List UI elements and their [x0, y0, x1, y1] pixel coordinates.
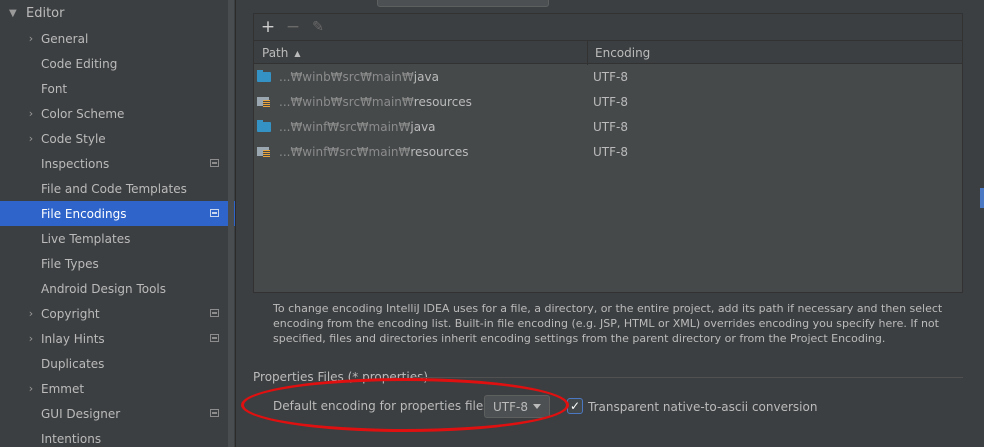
sidebar-item-label: Font — [41, 81, 68, 96]
path-name: java — [413, 69, 439, 84]
sidebar-item-inlay-hints[interactable]: › Inlay Hints — [0, 326, 235, 351]
add-icon[interactable]: + — [257, 16, 279, 38]
resources-folder-icon — [257, 96, 271, 108]
sidebar-item-android-design-tools[interactable]: Android Design Tools — [0, 276, 235, 301]
chevron-right-icon[interactable]: › — [26, 307, 36, 320]
properties-encoding-select[interactable]: UTF-8 — [484, 395, 550, 418]
sidebar-scrollbar[interactable] — [228, 0, 234, 447]
encoding-cell[interactable]: UTF-8 — [593, 64, 628, 89]
sidebar-item-general[interactable]: › General — [0, 26, 235, 51]
sidebar-item-color-scheme[interactable]: › Color Scheme — [0, 101, 235, 126]
column-header-encoding[interactable]: Encoding — [589, 41, 650, 65]
table-row[interactable]: ...₩winf₩src₩main₩ java UTF-8 — [254, 114, 962, 139]
project-scope-icon — [210, 309, 219, 317]
source-folder-icon — [257, 69, 271, 82]
path-cell: ...₩winb₩src₩main₩ resources — [257, 89, 472, 114]
path-cell: ...₩winf₩src₩main₩ java — [257, 114, 436, 139]
properties-section-title: Properties Files (*.properties) — [253, 370, 429, 384]
table-body: ...₩winb₩src₩main₩ java UTF-8 ...₩winb₩src₩… — [254, 64, 962, 164]
sidebar-group-label: Editor — [26, 5, 65, 21]
table-row[interactable]: ...₩winb₩src₩main₩ resources UTF-8 — [254, 89, 962, 114]
sidebar-item-label: Inspections — [41, 156, 110, 171]
path-name: java — [410, 119, 436, 134]
sidebar-item-label: GUI Designer — [41, 406, 121, 421]
remove-icon[interactable]: − — [282, 16, 304, 38]
sidebar-item-label: File Types — [41, 256, 99, 271]
sidebar-item-copyright[interactable]: › Copyright — [0, 301, 235, 326]
sidebar-item-label: File and Code Templates — [41, 181, 187, 196]
chevron-right-icon[interactable]: › — [26, 132, 36, 145]
checkmark-icon: ✓ — [569, 399, 581, 413]
sidebar-item-label: Code Style — [41, 131, 106, 146]
properties-encoding-label: Default encoding for properties files: — [273, 399, 494, 413]
project-encoding-row — [253, 0, 549, 8]
sidebar-item-intentions[interactable]: Intentions — [0, 426, 235, 447]
sidebar-item-label: Android Design Tools — [41, 281, 167, 296]
sidebar-item-file-and-code-templates[interactable]: File and Code Templates — [0, 176, 235, 201]
sidebar-item-code-style[interactable]: › Code Style — [0, 126, 235, 151]
main-scrollbar[interactable] — [979, 0, 984, 447]
path-prefix: ...₩winf₩src₩main₩ — [279, 144, 411, 159]
source-folder-icon — [257, 119, 271, 132]
sidebar-item-label: Code Editing — [41, 56, 118, 71]
chevron-right-icon[interactable]: › — [26, 382, 36, 395]
table-row[interactable]: ...₩winb₩src₩main₩ java UTF-8 — [254, 64, 962, 89]
chevron-down-icon: ▼ — [9, 7, 17, 19]
project-scope-icon — [210, 334, 219, 342]
settings-sidebar: ▼ Editor › General Code Editing Font › Color … — [0, 0, 236, 447]
sidebar-item-label: Color Scheme — [41, 106, 125, 121]
table-row[interactable]: ...₩winf₩src₩main₩ resources UTF-8 — [254, 139, 962, 164]
resources-folder-icon — [257, 146, 271, 158]
table-header: Path ▲ Encoding — [254, 40, 962, 65]
dropdown-arrow-icon — [533, 404, 541, 409]
encoding-mappings-table: + − ✎ Path ▲ Encoding ...₩winb₩src₩main₩… — [253, 13, 963, 293]
sidebar-item-inspections[interactable]: Inspections — [0, 151, 235, 176]
column-header-path[interactable]: Path ▲ — [254, 41, 588, 65]
transparent-conversion-label[interactable]: Transparent native-to-ascii conversion — [588, 400, 817, 414]
project-scope-icon — [210, 159, 219, 167]
sidebar-item-label: File Encodings — [41, 206, 127, 221]
path-name: resources — [410, 144, 469, 159]
sidebar-item-label: Copyright — [41, 306, 100, 321]
sidebar-item-font[interactable]: Font — [0, 76, 235, 101]
file-encodings-panel: + − ✎ Path ▲ Encoding ...₩winb₩src₩main₩… — [237, 0, 984, 447]
sidebar-item-label: Inlay Hints — [41, 331, 105, 346]
transparent-conversion-checkbox[interactable]: ✓ — [567, 398, 583, 414]
sidebar-item-live-templates[interactable]: Live Templates — [0, 226, 235, 251]
sidebar-item-label: General — [41, 31, 89, 46]
path-prefix: ...₩winb₩src₩main₩ — [279, 94, 414, 109]
sidebar-item-duplicates[interactable]: Duplicates — [0, 351, 235, 376]
scroll-marker — [980, 188, 984, 208]
chevron-right-icon[interactable]: › — [26, 332, 36, 345]
project-encoding-combo[interactable] — [377, 0, 549, 7]
encoding-cell[interactable]: UTF-8 — [593, 89, 628, 114]
sidebar-item-file-encodings[interactable]: File Encodings — [0, 201, 235, 226]
chevron-right-icon[interactable]: › — [26, 107, 36, 120]
sidebar-item-gui-designer[interactable]: GUI Designer — [0, 401, 235, 426]
help-text: To change encoding IntelliJ IDEA uses fo… — [273, 302, 943, 345]
sidebar-group-editor[interactable]: ▼ Editor — [0, 2, 228, 24]
section-divider — [413, 377, 963, 378]
encoding-cell[interactable]: UTF-8 — [593, 139, 628, 164]
path-cell: ...₩winb₩src₩main₩ java — [257, 64, 439, 89]
path-prefix: ...₩winf₩src₩main₩ — [279, 119, 411, 134]
project-scope-icon — [210, 209, 219, 217]
sidebar-item-emmet[interactable]: › Emmet — [0, 376, 235, 401]
path-name: resources — [413, 94, 472, 109]
sidebar-item-file-types[interactable]: File Types — [0, 251, 235, 276]
sidebar-item-code-editing[interactable]: Code Editing — [0, 51, 235, 76]
sidebar-item-label: Live Templates — [41, 231, 131, 246]
encoding-cell[interactable]: UTF-8 — [593, 114, 628, 139]
sidebar-item-label: Intentions — [41, 431, 102, 446]
project-scope-icon — [210, 409, 219, 417]
path-cell: ...₩winf₩src₩main₩ resources — [257, 139, 469, 164]
table-toolbar: + − ✎ — [254, 14, 962, 40]
path-prefix: ...₩winb₩src₩main₩ — [279, 69, 414, 84]
sidebar-item-label: Emmet — [41, 381, 85, 396]
edit-icon[interactable]: ✎ — [307, 16, 329, 38]
chevron-right-icon[interactable]: › — [26, 32, 36, 45]
sidebar-item-label: Duplicates — [41, 356, 105, 371]
sort-ascending-icon: ▲ — [294, 48, 301, 58]
